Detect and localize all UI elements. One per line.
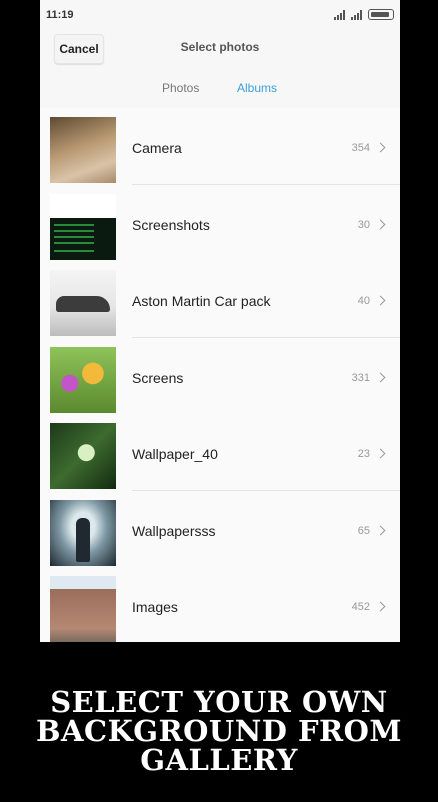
tab-bar: Photos Albums bbox=[40, 78, 400, 98]
signal-icon bbox=[334, 10, 345, 20]
album-list[interactable]: Camera 354 Screenshots 30 Aston Martin C… bbox=[40, 108, 400, 642]
tab-photos[interactable]: Photos bbox=[162, 81, 199, 95]
status-time: 11:19 bbox=[46, 9, 74, 21]
album-count: 331 bbox=[351, 371, 370, 384]
phone-screen: 11:19 Cancel Select photos Photos Albums… bbox=[40, 0, 400, 642]
album-row[interactable]: Aston Martin Car pack 40 bbox=[40, 261, 400, 338]
album-count: 23 bbox=[357, 448, 370, 460]
album-name: Wallpaper_40 bbox=[132, 446, 218, 462]
album-name: Wallpapersss bbox=[132, 522, 216, 539]
signal-icon bbox=[351, 10, 362, 20]
status-icons bbox=[334, 9, 394, 20]
album-name: Screens bbox=[132, 369, 184, 386]
caption-line: SELECT YOUR OWN bbox=[50, 685, 388, 719]
album-thumbnail bbox=[50, 270, 116, 336]
chevron-right-icon bbox=[375, 525, 386, 535]
album-name: Screenshots bbox=[132, 216, 210, 233]
header: Cancel Select photos bbox=[40, 30, 400, 70]
album-thumbnail bbox=[50, 423, 116, 489]
chevron-right-icon bbox=[375, 219, 386, 229]
caption-line: GALLERY bbox=[140, 743, 298, 777]
battery-icon bbox=[368, 9, 394, 20]
album-row[interactable]: Images 452 bbox=[40, 567, 400, 642]
album-thumbnail bbox=[50, 576, 116, 642]
promo-caption: SELECT YOUR OWN BACKGROUND FROM GALLERY bbox=[0, 688, 438, 775]
album-thumbnail bbox=[50, 346, 116, 413]
album-name: Camera bbox=[132, 140, 182, 156]
chevron-right-icon bbox=[375, 448, 386, 459]
chevron-right-icon bbox=[375, 372, 386, 382]
album-count: 65 bbox=[357, 524, 370, 537]
caption-line: BACKGROUND FROM bbox=[35, 714, 403, 748]
album-thumbnail bbox=[50, 499, 116, 566]
album-thumbnail bbox=[50, 193, 116, 260]
chevron-right-icon bbox=[375, 142, 386, 153]
tab-albums[interactable]: Albums bbox=[237, 81, 277, 95]
album-count: 354 bbox=[351, 142, 370, 154]
album-row[interactable]: Wallpapersss 65 bbox=[40, 491, 400, 568]
album-row[interactable]: Screens 331 bbox=[40, 338, 400, 415]
album-count: 40 bbox=[357, 295, 370, 307]
chevron-right-icon bbox=[375, 601, 386, 612]
album-row[interactable]: Screenshots 30 bbox=[40, 185, 400, 262]
album-count: 452 bbox=[351, 601, 370, 613]
album-name: Aston Martin Car pack bbox=[132, 293, 271, 309]
status-bar: 11:19 bbox=[40, 0, 400, 30]
page-title: Select photos bbox=[180, 40, 260, 54]
album-thumbnail bbox=[50, 117, 116, 183]
album-name: Images bbox=[132, 599, 178, 615]
album-row[interactable]: Camera 354 bbox=[40, 108, 400, 185]
album-count: 30 bbox=[357, 218, 370, 231]
chevron-right-icon bbox=[375, 295, 386, 306]
album-row[interactable]: Wallpaper_40 23 bbox=[40, 414, 400, 491]
